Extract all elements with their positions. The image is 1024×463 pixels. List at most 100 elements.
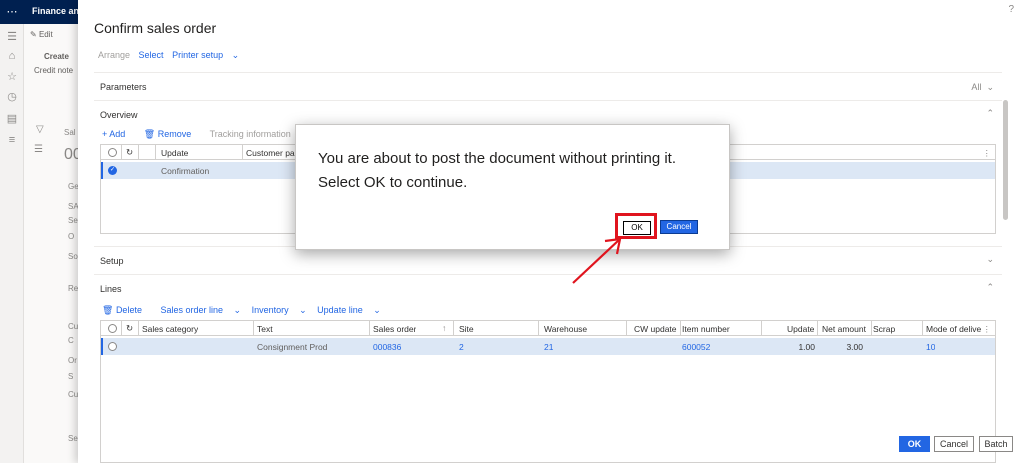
column-header-customer-pac[interactable]: Customer pac xyxy=(246,148,299,158)
column-separator xyxy=(138,321,139,336)
arrange-button[interactable]: Arrange xyxy=(98,50,130,60)
dialog-cancel-button[interactable]: Cancel xyxy=(660,220,698,234)
bg-fragment: S xyxy=(68,372,74,381)
create-group-label: Create xyxy=(44,52,69,61)
column-header-net-amount[interactable]: Net amount xyxy=(822,324,866,334)
hamburger-icon[interactable]: ☰ xyxy=(0,30,24,43)
column-header-site[interactable]: Site xyxy=(459,324,474,334)
confirmation-dialog: You are about to post the document witho… xyxy=(295,124,730,250)
setup-header[interactable]: Setup xyxy=(100,256,124,266)
column-separator xyxy=(121,145,122,160)
row-selected-icon[interactable]: ✓ xyxy=(108,166,117,175)
column-header-cw-update[interactable]: CW update xyxy=(634,324,677,334)
column-header-update[interactable]: Update xyxy=(161,148,188,158)
credit-note-button[interactable]: Credit note xyxy=(34,66,73,75)
bg-fragment: So xyxy=(68,252,78,261)
lines-grid: ↻ Sales category Text Sales order ↑ Site… xyxy=(100,320,996,463)
column-header-warehouse[interactable]: Warehouse xyxy=(544,324,587,334)
refresh-icon[interactable]: ↻ xyxy=(126,323,133,334)
parameters-header[interactable]: Parameters xyxy=(100,82,147,92)
column-separator xyxy=(538,321,539,336)
sort-ascending-icon[interactable]: ↑ xyxy=(442,323,446,333)
column-separator xyxy=(817,321,818,336)
panel-title: Confirm sales order xyxy=(94,20,217,36)
bg-fragment: Se xyxy=(68,216,78,225)
column-separator xyxy=(155,145,156,160)
sales-order-line-menu[interactable]: Sales order line ⌄ xyxy=(160,305,241,315)
cell-net-amount: 3.00 xyxy=(846,342,863,352)
cell-warehouse-link[interactable]: 21 xyxy=(544,342,553,352)
column-separator xyxy=(253,321,254,336)
select-button[interactable]: Select xyxy=(139,50,164,60)
bg-fragment: Cu xyxy=(68,390,79,399)
bg-fragment: Se xyxy=(68,434,78,443)
grid-header: ↻ Sales category Text Sales order ↑ Site… xyxy=(101,321,995,336)
divider xyxy=(94,274,1002,275)
cell-item-number-link[interactable]: 600052 xyxy=(682,342,710,352)
divider xyxy=(94,72,1002,73)
update-line-menu[interactable]: Update line ⌄ xyxy=(317,305,381,315)
more-columns-icon[interactable]: ⋮ xyxy=(983,324,992,335)
home-icon[interactable]: ⌂ xyxy=(0,50,24,62)
app-launcher-icon[interactable]: ⋯ xyxy=(0,0,24,24)
cell-mode-of-delivery-link[interactable]: 10 xyxy=(926,342,935,352)
annotation-arrow xyxy=(572,237,622,284)
column-separator xyxy=(121,321,122,336)
dialog-message: You are about to post the document witho… xyxy=(318,150,677,191)
bg-fragment: Cu xyxy=(68,322,79,331)
list-icon[interactable]: ☰ xyxy=(34,144,43,155)
chevron-down-icon: ⌄ xyxy=(986,82,994,92)
filter-icon[interactable]: ▽ xyxy=(36,124,44,135)
parameters-summary[interactable]: All ⌄ xyxy=(971,82,994,93)
column-header-item-number[interactable]: Item number xyxy=(682,324,730,334)
lines-header[interactable]: Lines xyxy=(100,284,122,294)
delete-button[interactable]: 🗑 Delete xyxy=(102,305,150,315)
tracking-information-button[interactable]: Tracking information xyxy=(210,129,291,139)
row-select-radio[interactable] xyxy=(108,342,117,351)
more-columns-icon[interactable]: ⋮ xyxy=(983,148,992,159)
chevron-up-icon[interactable]: ⌃ xyxy=(986,282,994,293)
favorites-icon[interactable]: ☆ xyxy=(0,70,24,83)
column-separator xyxy=(138,145,139,160)
select-all-radio[interactable] xyxy=(108,324,117,333)
cell-text: Consignment Prod xyxy=(257,342,328,352)
cell-site-link[interactable]: 2 xyxy=(459,342,464,352)
help-icon[interactable]: ? xyxy=(1008,4,1014,15)
panel-toolbar: Arrange Select Printer setup ⌄ xyxy=(98,50,251,61)
nav-rail: ⋯ ☰ ⌂ ☆ ◷ ▤ ≡ xyxy=(0,0,24,463)
bg-fragment: Re xyxy=(68,284,79,293)
panel-scrollbar[interactable] xyxy=(1003,100,1008,220)
column-header-update[interactable]: Update xyxy=(787,324,814,334)
modules-icon[interactable]: ≡ xyxy=(0,134,24,146)
cancel-button[interactable]: Cancel xyxy=(934,436,974,452)
column-header-sales-category[interactable]: Sales category xyxy=(142,324,198,334)
column-separator xyxy=(369,321,370,336)
lines-toolbar: 🗑 Delete Sales order line ⌄ Inventory ⌄ … xyxy=(102,305,389,316)
workspaces-icon[interactable]: ▤ xyxy=(0,112,24,125)
refresh-icon[interactable]: ↻ xyxy=(126,147,133,158)
recent-icon[interactable]: ◷ xyxy=(0,90,24,103)
cell-sales-order-link[interactable]: 000836 xyxy=(373,342,401,352)
printer-setup-button[interactable]: Printer setup ⌄ xyxy=(172,50,245,60)
chevron-down-icon[interactable]: ⌄ xyxy=(986,254,994,265)
column-header-mode-of-delivery[interactable]: Mode of delive xyxy=(926,324,986,334)
overview-header[interactable]: Overview xyxy=(100,110,138,120)
select-all-radio[interactable] xyxy=(108,148,117,157)
add-button[interactable]: + Add xyxy=(102,129,133,139)
remove-button[interactable]: 🗑 Remove xyxy=(144,129,199,139)
bg-fragment: O xyxy=(68,232,75,241)
edit-button[interactable]: ✎ Edit xyxy=(30,30,53,39)
app-brand: Finance and xyxy=(32,6,85,16)
table-row[interactable]: Consignment Prod 000836 2 21 600052 1.00… xyxy=(101,338,995,355)
chevron-down-icon: ⌄ xyxy=(231,50,240,60)
column-header-sales-order[interactable]: Sales order xyxy=(373,324,416,334)
column-header-scrap[interactable]: Scrap xyxy=(873,324,895,334)
batch-button[interactable]: Batch xyxy=(979,436,1013,452)
column-header-text[interactable]: Text xyxy=(257,324,273,334)
inventory-menu[interactable]: Inventory ⌄ xyxy=(252,305,307,315)
bg-fragment: Or xyxy=(68,356,77,365)
overview-toolbar: + Add 🗑 Remove Tracking information To xyxy=(102,129,319,140)
chevron-up-icon[interactable]: ⌃ xyxy=(986,108,994,119)
ok-button[interactable]: OK xyxy=(899,436,930,452)
column-separator xyxy=(453,321,454,336)
